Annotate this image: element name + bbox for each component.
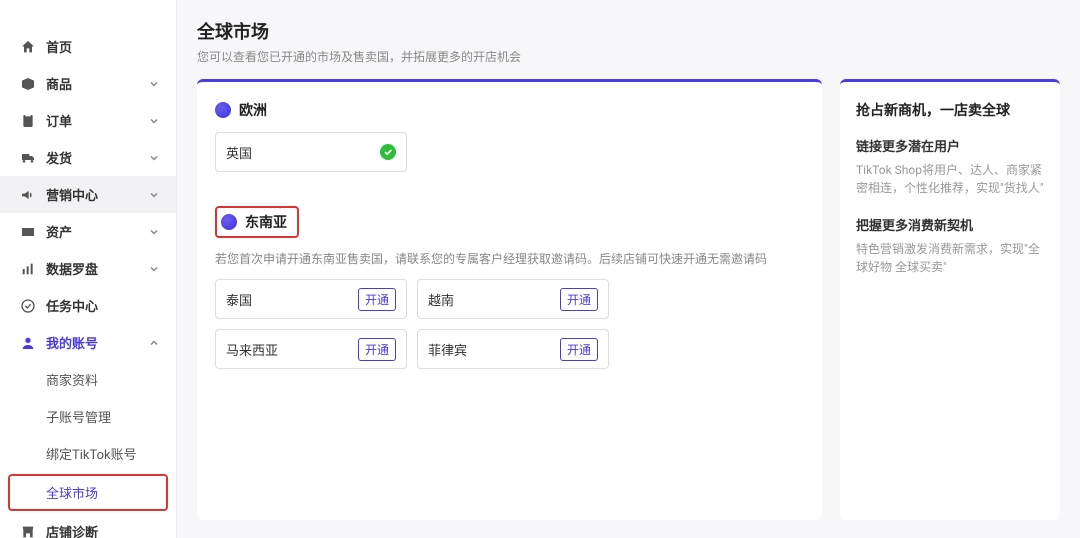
country-name: 越南 [428,290,454,309]
sidebar-item-my-account[interactable]: 我的账号 [0,324,176,361]
store-icon [20,524,36,538]
region-note: 若您首次申请开通东南亚售卖国，请联系您的专属客户经理获取邀请码。后续店铺可快速开… [215,250,804,267]
country-name: 马来西亚 [226,340,278,359]
wallet-icon [20,224,36,240]
chevron-down-icon [148,189,160,201]
globe-icon [215,102,231,118]
side-panel-title: 抢占新商机，一店卖全球 [856,100,1044,120]
sidebar-item-data-compass[interactable]: 数据罗盘 [0,250,176,287]
country-card-thailand: 泰国 开通 [215,279,407,319]
country-name: 泰国 [226,290,252,309]
side-panel: 抢占新商机，一店卖全球 链接更多潜在用户 TikTok Shop将用户、达人、商… [840,79,1060,520]
check-icon [380,144,396,160]
sidebar-item-task-center[interactable]: 任务中心 [0,287,176,324]
sidebar-item-orders[interactable]: 订单 [0,102,176,139]
sidebar-item-shipping[interactable]: 发货 [0,139,176,176]
side-block-text: TikTok Shop将用户、达人、商家紧密相连，个性化推荐，实现"货找人" [856,161,1044,197]
sidebar-item-assets[interactable]: 资产 [0,213,176,250]
sidebar-subitem-bind-tiktok[interactable]: 绑定TikTok账号 [0,435,176,472]
user-icon [20,335,36,351]
region-title: 东南亚 [245,212,287,232]
open-button[interactable]: 开通 [358,338,396,361]
open-button[interactable]: 开通 [358,288,396,311]
sidebar-item-home[interactable]: 首页 [0,28,176,65]
country-card-uk[interactable]: 英国 [215,132,407,172]
truck-icon [20,150,36,166]
side-block-text: 特色营销激发消费新需求，实现"全球好物 全球买卖" [856,240,1044,276]
page-subtitle: 您可以查看您已开通的市场及售卖国，并拓展更多的开店机会 [197,48,1060,65]
sidebar-item-label: 发货 [46,148,148,167]
country-card-malaysia: 马来西亚 开通 [215,329,407,369]
region-header-sea: 东南亚 [215,206,299,238]
box-icon [20,76,36,92]
sidebar-item-products[interactable]: 商品 [0,65,176,102]
chevron-down-icon [148,152,160,164]
regions-panel: 欧洲 英国 东南亚 若您首次申请开通东南亚售卖国，请联系您的专 [197,79,822,520]
side-block-title: 链接更多潜在用户 [856,136,1044,155]
sidebar-item-label: 我的账号 [46,333,148,352]
side-block: 链接更多潜在用户 TikTok Shop将用户、达人、商家紧密相连，个性化推荐，… [856,136,1044,197]
sidebar-item-label: 订单 [46,111,148,130]
chart-icon [20,261,36,277]
chevron-up-icon [148,337,160,349]
open-button[interactable]: 开通 [560,338,598,361]
sidebar-item-store-diagnosis[interactable]: 店铺诊断 [0,513,176,538]
home-icon [20,39,36,55]
megaphone-icon [20,187,36,203]
sidebar-item-marketing[interactable]: 营销中心 [0,176,176,213]
sidebar-subitem-global-market[interactable]: 全球市场 [8,474,168,511]
side-block: 把握更多消费新契机 特色营销激发消费新需求，实现"全球好物 全球买卖" [856,215,1044,276]
country-grid-sea: 泰国 开通 越南 开通 马来西亚 开通 菲律宾 开通 [215,279,804,369]
sidebar-item-label: 数据罗盘 [46,259,148,278]
main-content: 全球市场 您可以查看您已开通的市场及售卖国，并拓展更多的开店机会 欧洲 英国 [177,0,1080,538]
region-header-europe: 欧洲 [215,100,804,120]
globe-icon [221,214,237,230]
side-block-title: 把握更多消费新契机 [856,215,1044,234]
sidebar-item-label: 首页 [46,37,160,56]
country-card-philippines: 菲律宾 开通 [417,329,609,369]
chevron-down-icon [148,226,160,238]
sidebar-subitem-merchant-profile[interactable]: 商家资料 [0,361,176,398]
sidebar: 首页 商品 订单 发货 [0,0,177,538]
open-button[interactable]: 开通 [560,288,598,311]
sidebar-subitem-subaccount[interactable]: 子账号管理 [0,398,176,435]
country-card-vietnam: 越南 开通 [417,279,609,319]
sidebar-item-label: 商品 [46,74,148,93]
chevron-down-icon [148,263,160,275]
chevron-down-icon [148,115,160,127]
sidebar-item-label: 店铺诊断 [46,522,160,538]
page-title: 全球市场 [197,18,1060,44]
sidebar-item-label: 营销中心 [46,185,148,204]
region-title: 欧洲 [239,100,267,120]
country-name: 菲律宾 [428,340,467,359]
clipboard-icon [20,113,36,129]
sidebar-item-label: 任务中心 [46,296,160,315]
chevron-down-icon [148,78,160,90]
country-grid-europe: 英国 [215,132,804,172]
task-icon [20,298,36,314]
sidebar-item-label: 资产 [46,222,148,241]
country-name: 英国 [226,143,252,162]
